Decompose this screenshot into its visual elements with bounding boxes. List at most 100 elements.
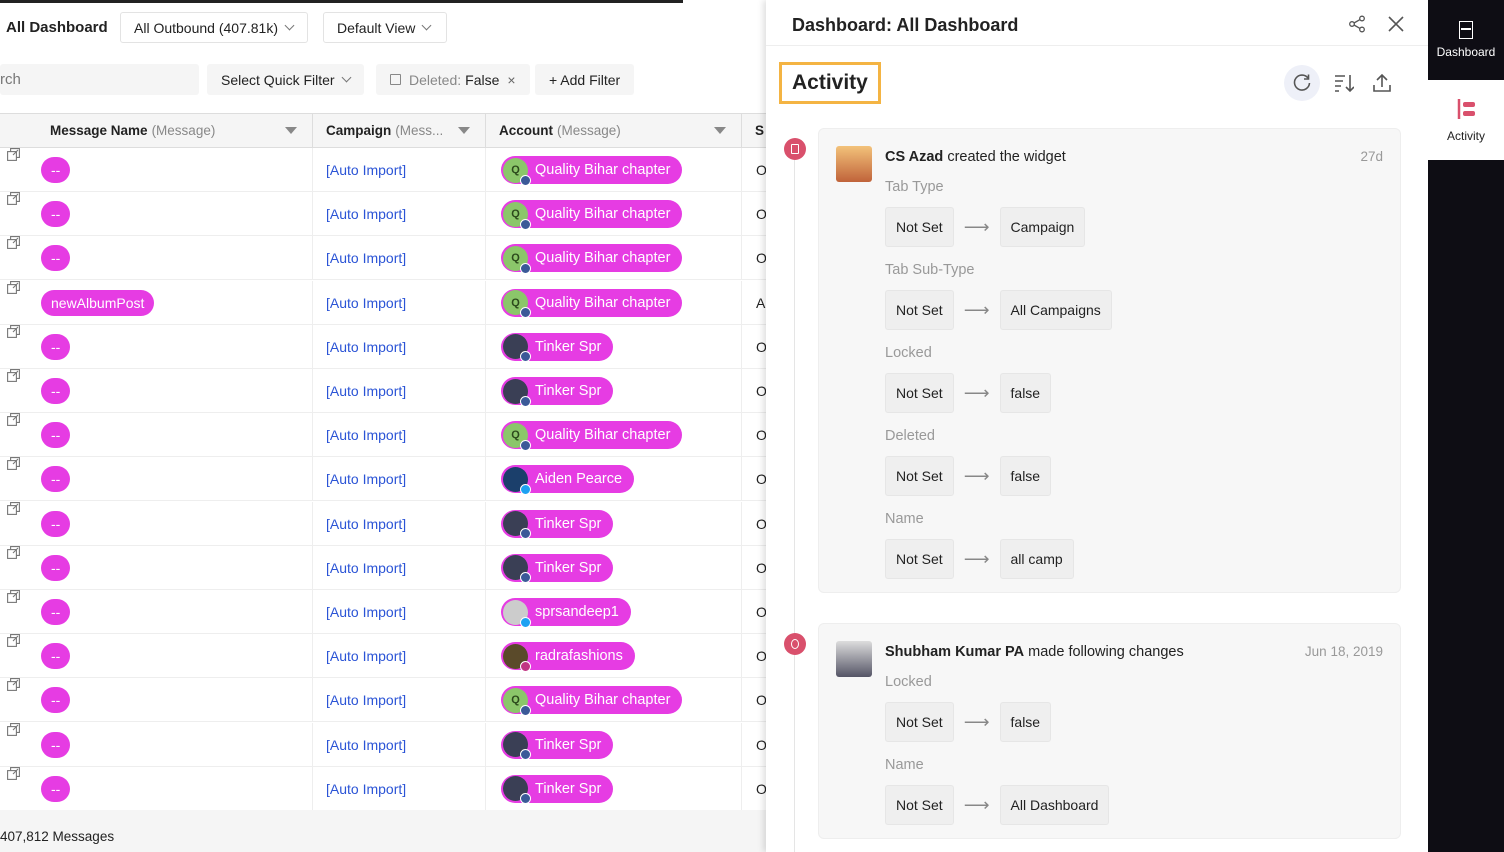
account-pill[interactable]: Q Quality Bihar chapter (501, 200, 683, 230)
column-header-s[interactable]: S (742, 114, 766, 147)
sort-caret-icon[interactable] (285, 127, 297, 134)
campaign-link[interactable]: [Auto Import] (326, 471, 406, 487)
column-header-message-name[interactable]: Message Name (Message) (0, 114, 313, 147)
campaign-link[interactable]: [Auto Import] (326, 339, 406, 355)
account-pill[interactable]: Q Quality Bihar chapter (501, 686, 683, 716)
message-name-pill[interactable]: -- (41, 157, 71, 183)
message-name-pill[interactable]: newAlbumPost (41, 289, 155, 316)
message-name-pill[interactable]: -- (41, 775, 71, 802)
table-row[interactable]: -- [Auto Import] sprsandeep1 O (0, 590, 766, 634)
open-preview-icon[interactable] (7, 236, 20, 250)
account-pill[interactable]: sprsandeep1 (501, 598, 631, 628)
account-pill[interactable]: Tinker Spr (501, 332, 614, 363)
account-pill[interactable]: Tinker Spr (501, 730, 614, 761)
table-row[interactable]: -- [Auto Import] Tinker Spr O (0, 545, 766, 590)
open-preview-icon[interactable] (7, 280, 20, 294)
account-pill[interactable]: Tinker Spr (501, 553, 614, 584)
table-row[interactable]: -- [Auto Import] Q Quality Bihar chapter … (0, 192, 766, 237)
message-name-pill[interactable]: -- (41, 731, 71, 758)
table-row[interactable]: -- [Auto Import] Aiden Pearce O (0, 457, 766, 502)
refresh-icon[interactable] (1284, 65, 1320, 101)
open-preview-icon[interactable] (7, 192, 20, 206)
table-row[interactable]: -- [Auto Import] Tinker Spr O (0, 501, 766, 546)
facebook-icon (520, 218, 531, 230)
message-name-pill[interactable]: -- (41, 422, 71, 449)
share-icon[interactable] (1339, 6, 1375, 42)
table-row[interactable]: -- [Auto Import] radrafashions O (0, 634, 766, 679)
campaign-link[interactable]: [Auto Import] (326, 604, 406, 620)
table-row[interactable]: -- [Auto Import] Tinker Spr O (0, 766, 766, 811)
view-select-label: All Outbound (407.81k) (134, 19, 278, 36)
message-name-pill[interactable]: -- (41, 466, 71, 493)
view-select[interactable]: All Outbound (407.81k) (120, 12, 308, 43)
account-pill[interactable]: Tinker Spr (501, 774, 614, 805)
message-name-pill[interactable]: -- (41, 201, 71, 228)
message-name-pill[interactable]: -- (41, 510, 71, 537)
open-preview-icon[interactable] (7, 148, 20, 161)
column-header-account[interactable]: Account (Message) (486, 114, 742, 147)
table-row[interactable]: -- [Auto Import] Q Quality Bihar chapter … (0, 678, 766, 723)
open-preview-icon[interactable] (7, 413, 20, 427)
quick-filter-select[interactable]: Select Quick Filter (207, 64, 364, 95)
account-pill[interactable]: Q Quality Bihar chapter (501, 288, 683, 319)
table-row[interactable]: -- [Auto Import] Q Quality Bihar chapter … (0, 236, 766, 281)
table-row[interactable]: -- [Auto Import] Tinker Spr O (0, 722, 766, 767)
sort-caret-icon[interactable] (714, 127, 726, 134)
sidebar-item-activity[interactable]: Activity (1428, 80, 1504, 160)
add-filter-button[interactable]: + Add Filter (535, 64, 635, 95)
account-pill[interactable]: Q Quality Bihar chapter (501, 244, 683, 274)
campaign-link[interactable]: [Auto Import] (326, 162, 406, 178)
open-preview-icon[interactable] (7, 590, 20, 603)
account-pill[interactable]: Tinker Spr (501, 377, 614, 407)
open-preview-icon[interactable] (7, 766, 20, 780)
layout-select[interactable]: Default View (323, 12, 447, 43)
campaign-link[interactable]: [Auto Import] (326, 560, 406, 576)
message-name-pill[interactable]: -- (41, 378, 71, 404)
activity-user[interactable]: Shubham Kumar PA (885, 644, 1024, 660)
open-preview-icon[interactable] (7, 634, 20, 648)
open-preview-icon[interactable] (7, 369, 20, 382)
message-name-pill[interactable]: -- (41, 687, 71, 714)
message-name-pill[interactable]: -- (41, 599, 71, 625)
campaign-link[interactable]: [Auto Import] (326, 295, 406, 311)
message-name-pill[interactable]: -- (41, 554, 71, 581)
campaign-link[interactable]: [Auto Import] (326, 737, 406, 753)
table-row[interactable]: -- [Auto Import] Q Quality Bihar chapter … (0, 413, 766, 458)
table-row[interactable]: -- [Auto Import] Tinker Spr O (0, 324, 766, 369)
open-preview-icon[interactable] (7, 324, 20, 338)
column-header-campaign[interactable]: Campaign (Mess... (313, 114, 486, 147)
campaign-link[interactable]: [Auto Import] (326, 383, 406, 399)
open-preview-icon[interactable] (7, 678, 20, 692)
campaign-link[interactable]: [Auto Import] (326, 648, 406, 664)
export-icon[interactable] (1364, 65, 1400, 101)
sidebar-item-dashboard[interactable]: Dashboard (1428, 0, 1504, 80)
account-pill[interactable]: Q Quality Bihar chapter (501, 156, 683, 186)
open-preview-icon[interactable] (7, 722, 20, 736)
account-pill[interactable]: Q Quality Bihar chapter (501, 421, 683, 451)
close-icon[interactable] (1378, 6, 1414, 42)
search-input[interactable]: rch (0, 64, 199, 95)
message-name-pill[interactable]: -- (41, 333, 71, 360)
open-preview-icon[interactable] (7, 457, 20, 471)
table-row[interactable]: -- [Auto Import] Q Quality Bihar chapter … (0, 148, 766, 192)
campaign-link[interactable]: [Auto Import] (326, 427, 406, 443)
campaign-link[interactable]: [Auto Import] (326, 692, 406, 708)
table-row[interactable]: newAlbumPost [Auto Import] Q Quality Biha… (0, 280, 766, 325)
campaign-link[interactable]: [Auto Import] (326, 206, 406, 222)
account-pill[interactable]: radrafashions (501, 642, 635, 672)
campaign-link[interactable]: [Auto Import] (326, 250, 406, 266)
open-preview-icon[interactable] (7, 545, 20, 559)
campaign-link[interactable]: [Auto Import] (326, 781, 406, 797)
table-row[interactable]: -- [Auto Import] Tinker Spr O (0, 369, 766, 413)
account-pill[interactable]: Tinker Spr (501, 509, 614, 540)
campaign-link[interactable]: [Auto Import] (326, 516, 406, 532)
account-pill[interactable]: Aiden Pearce (501, 465, 635, 495)
sort-icon[interactable] (1326, 65, 1362, 101)
sort-caret-icon[interactable] (458, 127, 470, 134)
message-name-pill[interactable]: -- (41, 643, 71, 670)
open-preview-icon[interactable] (7, 501, 20, 515)
message-name-pill[interactable]: -- (41, 245, 71, 272)
filter-chip-deleted[interactable]: Deleted: False × (376, 64, 530, 95)
close-icon[interactable]: × (507, 72, 515, 88)
activity-user[interactable]: CS Azad (885, 149, 943, 165)
